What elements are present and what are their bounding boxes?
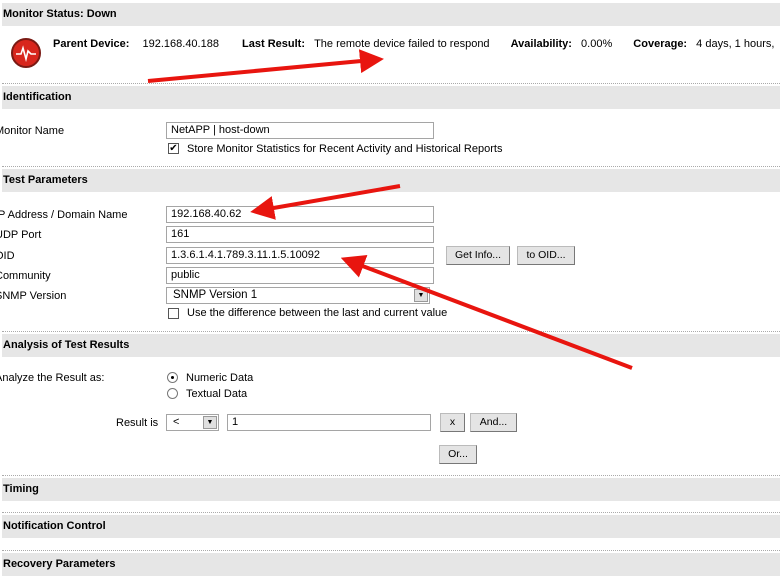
divider (2, 475, 780, 476)
monitor-down-icon (11, 38, 41, 68)
analysis-header[interactable]: Analysis of Test Results (2, 334, 780, 357)
availability-value: 0.00% (581, 38, 613, 50)
divider (2, 512, 780, 513)
ip-address-label: IP Address / Domain Name (0, 209, 128, 221)
community-label: Community (0, 270, 51, 282)
udp-port-label: UDP Port (0, 229, 42, 241)
chevron-down-icon[interactable]: ▼ (414, 289, 428, 302)
and-button[interactable]: And... (470, 413, 517, 432)
divider (2, 166, 780, 167)
udp-port-input[interactable]: 161 (166, 226, 434, 243)
use-difference-label: Use the difference between the last and … (187, 307, 448, 319)
snmp-version-label: SNMP Version (0, 290, 67, 302)
last-result-value: The remote device failed to respond (314, 38, 490, 50)
monitor-name-label: Monitor Name (0, 125, 65, 137)
last-result-label: Last Result: (242, 38, 305, 50)
operator-value: < (173, 416, 180, 428)
numeric-data-label: Numeric Data (186, 372, 254, 384)
oid-input[interactable]: 1.3.6.1.4.1.789.3.11.1.5.10092 (166, 247, 434, 264)
textual-data-radio[interactable] (167, 388, 178, 399)
ip-address-input[interactable]: 192.168.40.62 (166, 206, 434, 223)
chevron-down-icon[interactable]: ▼ (203, 416, 217, 429)
or-button[interactable]: Or... (439, 445, 477, 464)
snmp-version-value: SNMP Version 1 (173, 289, 258, 301)
divider (2, 550, 780, 551)
coverage-value: 4 days, 1 hours, (696, 38, 775, 50)
store-statistics-checkbox[interactable]: ✔ (168, 143, 179, 154)
divider (2, 83, 780, 84)
timing-header[interactable]: Timing (2, 478, 780, 501)
arrow-icon (147, 49, 384, 83)
test-parameters-header[interactable]: Test Parameters (2, 169, 780, 192)
coverage-label: Coverage: (633, 38, 688, 50)
result-is-label: Result is (116, 417, 159, 429)
availability-label: Availability: (510, 38, 572, 50)
to-oid-button[interactable]: to OID... (517, 246, 575, 265)
divider (2, 331, 780, 332)
recovery-parameters-header[interactable]: Recovery Parameters (2, 553, 780, 576)
numeric-data-radio[interactable] (167, 372, 178, 383)
snmp-version-select[interactable]: SNMP Version 1 ▼ (166, 287, 430, 304)
remove-condition-button[interactable]: x (440, 413, 465, 432)
community-input[interactable]: public (166, 267, 434, 284)
analyze-as-label: Analyze the Result as: (0, 372, 105, 384)
parent-device-value: 192.168.40.188 (142, 38, 219, 50)
identification-header[interactable]: Identification (2, 86, 780, 109)
operator-select[interactable]: < ▼ (166, 414, 219, 431)
result-value-input[interactable]: 1 (227, 414, 431, 431)
oid-label: OID (0, 250, 15, 262)
monitor-name-input[interactable]: NetAPP | host-down (166, 122, 434, 139)
monitor-status-header: Monitor Status: Down (2, 3, 780, 26)
store-statistics-label: Store Monitor Statistics for Recent Acti… (187, 143, 503, 155)
status-summary: Parent Device: 192.168.40.188 Last Resul… (53, 38, 774, 50)
textual-data-label: Textual Data (186, 388, 248, 400)
use-difference-checkbox[interactable] (168, 308, 179, 319)
get-info-button[interactable]: Get Info... (446, 246, 510, 265)
notification-control-header[interactable]: Notification Control (2, 515, 780, 538)
parent-device-label: Parent Device: (53, 38, 130, 50)
